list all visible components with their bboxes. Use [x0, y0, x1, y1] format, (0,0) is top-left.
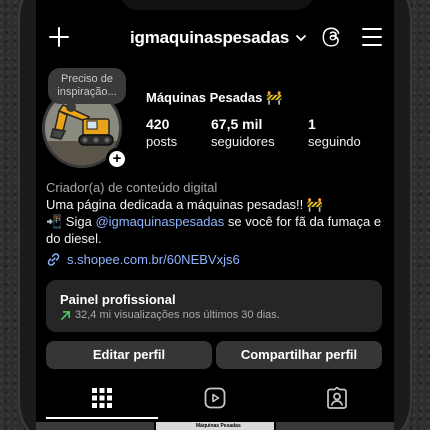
post-thumbnail[interactable]: Máquinas Pesadas: [156, 422, 274, 430]
profile-link[interactable]: s.shopee.com.br/60NEBVxjs6: [46, 252, 240, 267]
threads-icon[interactable]: [320, 26, 342, 48]
note-bubble[interactable]: Preciso de inspiração...: [48, 68, 126, 112]
dashboard-title: Painel profissional: [60, 292, 176, 307]
create-plus-icon[interactable]: [48, 26, 70, 48]
stat-value: 67,5 mil: [211, 116, 263, 132]
trend-arrow-icon: [61, 310, 70, 320]
post-thumbnail[interactable]: [36, 422, 154, 430]
tagged-icon[interactable]: [325, 386, 349, 410]
post-thumbnail[interactable]: [276, 422, 394, 430]
link-chain-icon: [47, 253, 60, 266]
profile-bio: Uma página dedicada a máquinas pesadas!!…: [46, 196, 391, 247]
stat-value: 1: [308, 116, 316, 132]
grid-icon[interactable]: [90, 386, 114, 410]
stat-label: posts: [146, 134, 178, 149]
active-tab-indicator: [46, 417, 158, 419]
display-name: Máquinas Pesadas 🚧: [146, 90, 283, 105]
stat-label: seguindo: [308, 134, 361, 149]
share-profile-button[interactable]: Compartilhar perfil: [216, 341, 382, 369]
post-grid: Máquinas Pesadas: [36, 422, 394, 430]
bio-prefix: 📲 Siga: [46, 214, 96, 229]
hamburger-menu-icon[interactable]: [362, 28, 382, 47]
reels-icon[interactable]: [203, 386, 227, 410]
stat-label: seguidores: [211, 134, 275, 149]
professional-dashboard[interactable]: Painel profissional 32,4 mi visualizaçõe…: [46, 280, 382, 332]
thumbnail-caption: Máquinas Pesadas: [196, 423, 241, 429]
username: igmaquinaspesadas: [130, 28, 290, 47]
stat-posts[interactable]: 420 posts: [146, 116, 177, 149]
bio-line: 📲 Siga @igmaquinaspesadas se você for fã…: [46, 213, 391, 247]
top-bar: igmaquinaspesadas: [36, 24, 394, 54]
account-switcher[interactable]: igmaquinaspesadas: [130, 28, 307, 48]
profile-tabs: [36, 386, 394, 416]
stat-value: 420: [146, 116, 170, 132]
bio-mention-link[interactable]: @igmaquinaspesadas: [95, 214, 224, 229]
stat-followers[interactable]: 67,5 mil seguidores: [211, 116, 275, 149]
edit-profile-button[interactable]: Editar perfil: [46, 341, 212, 369]
dashboard-subtitle-row: 32,4 mi visualizações nos últimos 30 dia…: [60, 309, 280, 321]
stat-following[interactable]: 1 seguindo: [308, 116, 361, 149]
dashboard-subtitle: 32,4 mi visualizações nos últimos 30 dia…: [75, 309, 280, 321]
app-screen: igmaquinaspesadas Preciso de inspiração.…: [36, 0, 394, 430]
bio-line: Uma página dedicada a máquinas pesadas!!…: [46, 197, 324, 212]
note-text: Preciso de inspiração...: [57, 73, 117, 98]
profile-category: Criador(a) de conteúdo digital: [46, 180, 218, 195]
dynamic-island: [120, 0, 314, 10]
add-story-plus-icon[interactable]: +: [106, 148, 128, 170]
link-text: s.shopee.com.br/60NEBVxjs6: [67, 252, 240, 267]
chevron-down-icon: [296, 35, 307, 42]
